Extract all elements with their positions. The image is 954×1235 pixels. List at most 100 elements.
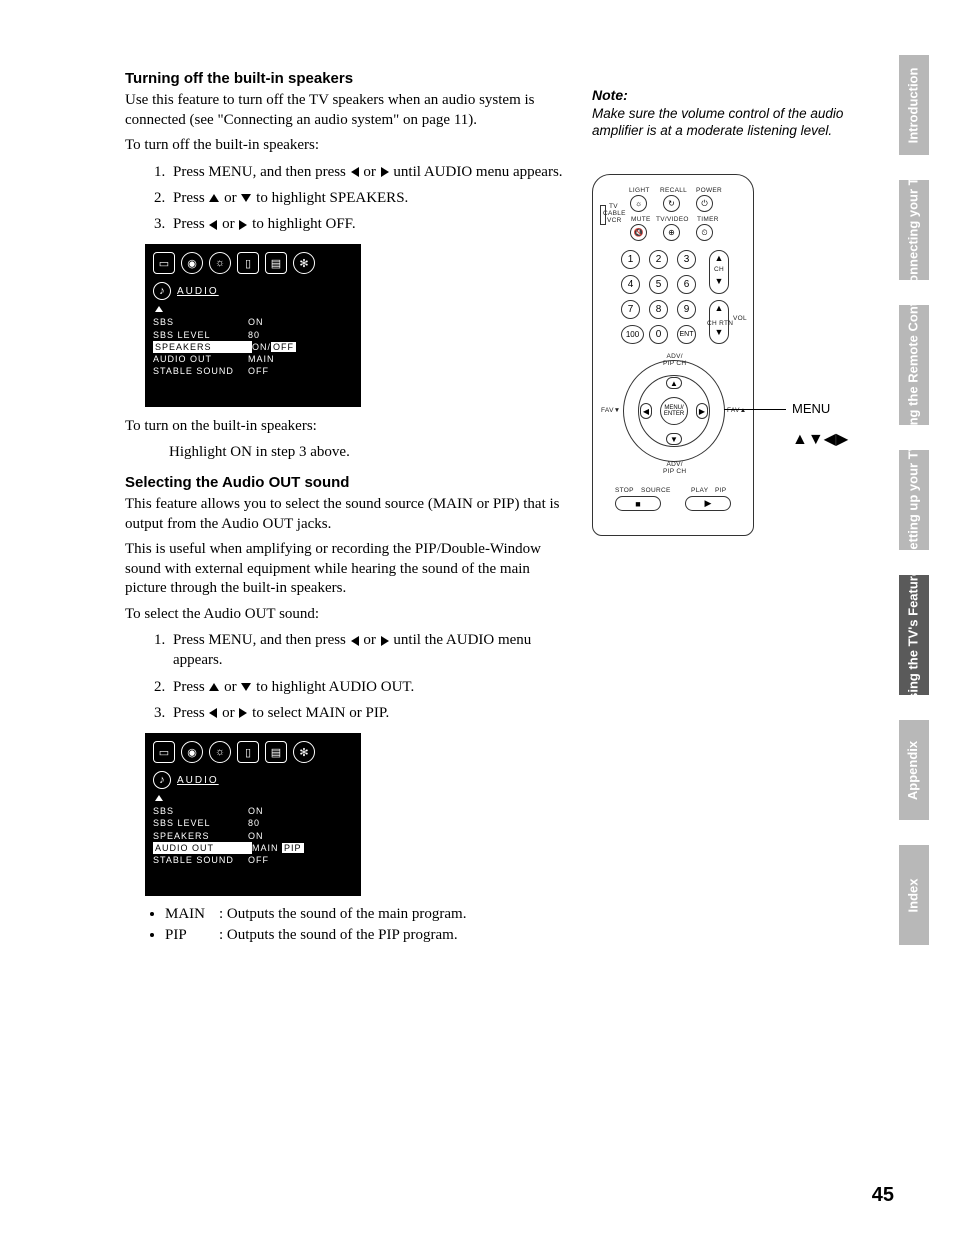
def-desc: : Outputs the sound of the main program. [219, 906, 466, 922]
digit-0-button[interactable]: 0 [649, 325, 668, 344]
digit-100-button[interactable]: 100 [621, 325, 644, 344]
list-item: MAIN: Outputs the sound of the main prog… [165, 906, 575, 923]
mode-switch[interactable] [600, 205, 606, 225]
digit-3-button[interactable]: 3 [677, 250, 696, 269]
up-caret-icon [155, 795, 163, 801]
power-button[interactable]: ⏻ [696, 195, 713, 212]
right-arrow-icon [239, 708, 247, 718]
step: Press MENU, and then press or until the … [169, 630, 575, 671]
osd-icon: ▯ [237, 252, 259, 274]
digit-8-button[interactable]: 8 [649, 300, 668, 319]
right-arrow-icon [381, 636, 389, 646]
play-pip-button[interactable]: ▶ [685, 496, 731, 511]
digit-5-button[interactable]: 5 [649, 275, 668, 294]
step-text: Press [173, 190, 208, 206]
osd-screenshot-2: ▭ ◉ ☼ ▯ ▤ ✻ ♪ AUDIO SBSON SBS LEVEL80 SP… [145, 733, 361, 896]
tvvideo-button[interactable]: ⊕ [663, 224, 680, 241]
osd-value-highlight: OFF [271, 342, 296, 352]
mute-button[interactable]: 🔇 [630, 224, 647, 241]
step-text: or [360, 632, 380, 648]
remote-label: VOL [733, 315, 747, 322]
menu-enter-button[interactable]: MENU/ ENTER [660, 397, 688, 425]
osd-value: OFF [248, 854, 269, 866]
osd-icon: ◉ [181, 741, 203, 763]
osd-label: SBS [153, 316, 248, 328]
osd-value: MAIN [248, 353, 275, 365]
step: Press or to highlight SPEAKERS. [169, 188, 575, 208]
tab-introduction[interactable]: Introduction [899, 55, 929, 155]
step: Press or to select MAIN or PIP. [169, 703, 575, 723]
output-definitions: MAIN: Outputs the sound of the main prog… [125, 906, 575, 944]
remote-label: RECALL [660, 187, 687, 194]
remote-label: PIP [715, 487, 726, 494]
tab-remote-control[interactable]: Using the Remote Control [899, 305, 929, 425]
recall-button[interactable]: ↻ [663, 195, 680, 212]
osd-title: AUDIO [177, 775, 219, 786]
stop-source-button[interactable]: ■ [615, 496, 661, 511]
page-number: 45 [872, 1184, 894, 1207]
left-arrow-icon [209, 220, 217, 230]
dpad-right-button[interactable]: ▶ [696, 403, 708, 419]
osd-value: ON [248, 316, 264, 328]
tab-connecting[interactable]: Connecting your TV [899, 180, 929, 280]
tab-appendix[interactable]: Appendix [899, 720, 929, 820]
osd-icon: ▤ [265, 741, 287, 763]
tab-label: Connecting your TV [907, 168, 922, 292]
ent-button[interactable]: ENT [677, 325, 696, 344]
remote-label: FAV▼ [601, 407, 620, 414]
step-text: or [360, 164, 380, 180]
step-text: to highlight OFF. [248, 216, 355, 232]
digit-1-button[interactable]: 1 [621, 250, 640, 269]
osd-label-highlight: SPEAKERS [153, 341, 252, 353]
section2-p2: This is useful when amplifying or record… [125, 540, 575, 599]
def-label: MAIN [165, 906, 219, 923]
digit-6-button[interactable]: 6 [677, 275, 696, 294]
osd-value-highlight: PIP [282, 843, 304, 853]
timer-button[interactable]: ⏲ [696, 224, 713, 241]
osd-label-highlight: AUDIO OUT [153, 842, 252, 854]
def-desc: : Outputs the sound of the PIP program. [219, 927, 458, 943]
step-text: to highlight SPEAKERS. [252, 190, 408, 206]
note-block: Note: Make sure the volume control of th… [592, 86, 852, 146]
up-caret-icon [155, 306, 163, 312]
osd-icon: ▤ [265, 252, 287, 274]
down-arrow-icon [241, 194, 251, 202]
step-text: Press [173, 679, 208, 695]
dpad-down-button[interactable]: ▼ [666, 433, 682, 445]
remote-label: TV/VIDEO [656, 216, 689, 223]
digit-2-button[interactable]: 2 [649, 250, 668, 269]
section1-heading: Turning off the built-in speakers [125, 70, 575, 87]
osd-icon: ☼ [209, 252, 231, 274]
osd-rows: SBSON SBS LEVEL80 SPEAKERSON/OFF AUDIO O… [153, 304, 353, 377]
osd-rows: SBSON SBS LEVEL80 SPEAKERSON AUDIO OUTMA… [153, 793, 353, 866]
digit-4-button[interactable]: 4 [621, 275, 640, 294]
remote-label: SOURCE [641, 487, 671, 494]
dpad-left-button[interactable]: ◀ [640, 403, 652, 419]
step-text: Press [173, 216, 208, 232]
digit-7-button[interactable]: 7 [621, 300, 640, 319]
step-text: to highlight AUDIO OUT. [252, 679, 414, 695]
tab-setting-up[interactable]: Setting up your TV [899, 450, 929, 550]
osd-icon: ◉ [181, 252, 203, 274]
step-text: to select MAIN or PIP. [248, 705, 389, 721]
list-item: PIP: Outputs the sound of the PIP progra… [165, 927, 575, 944]
tab-using-features[interactable]: Using the TV's Features [899, 575, 929, 695]
tab-label: Using the Remote Control [907, 285, 922, 445]
channel-rocker[interactable]: ▲ CH ▼ [709, 250, 729, 294]
dpad-up-button[interactable]: ▲ [666, 377, 682, 389]
step-text: or [220, 190, 240, 206]
light-button[interactable]: ☼ [630, 195, 647, 212]
left-arrow-icon [351, 167, 359, 177]
tab-label: Appendix [907, 740, 922, 799]
osd-icon: ▭ [153, 252, 175, 274]
remote-label: ADV/PIP CH [663, 353, 686, 367]
remote-label: POWER [696, 187, 722, 194]
remote-label: CH [710, 266, 728, 273]
osd-value: 80 [248, 817, 260, 829]
def-label: PIP [165, 927, 219, 944]
section1-p1: Use this feature to turn off the TV spea… [125, 91, 575, 130]
osd-value: ON [248, 805, 264, 817]
step-text: or [220, 679, 240, 695]
digit-9-button[interactable]: 9 [677, 300, 696, 319]
tab-index[interactable]: Index [899, 845, 929, 945]
